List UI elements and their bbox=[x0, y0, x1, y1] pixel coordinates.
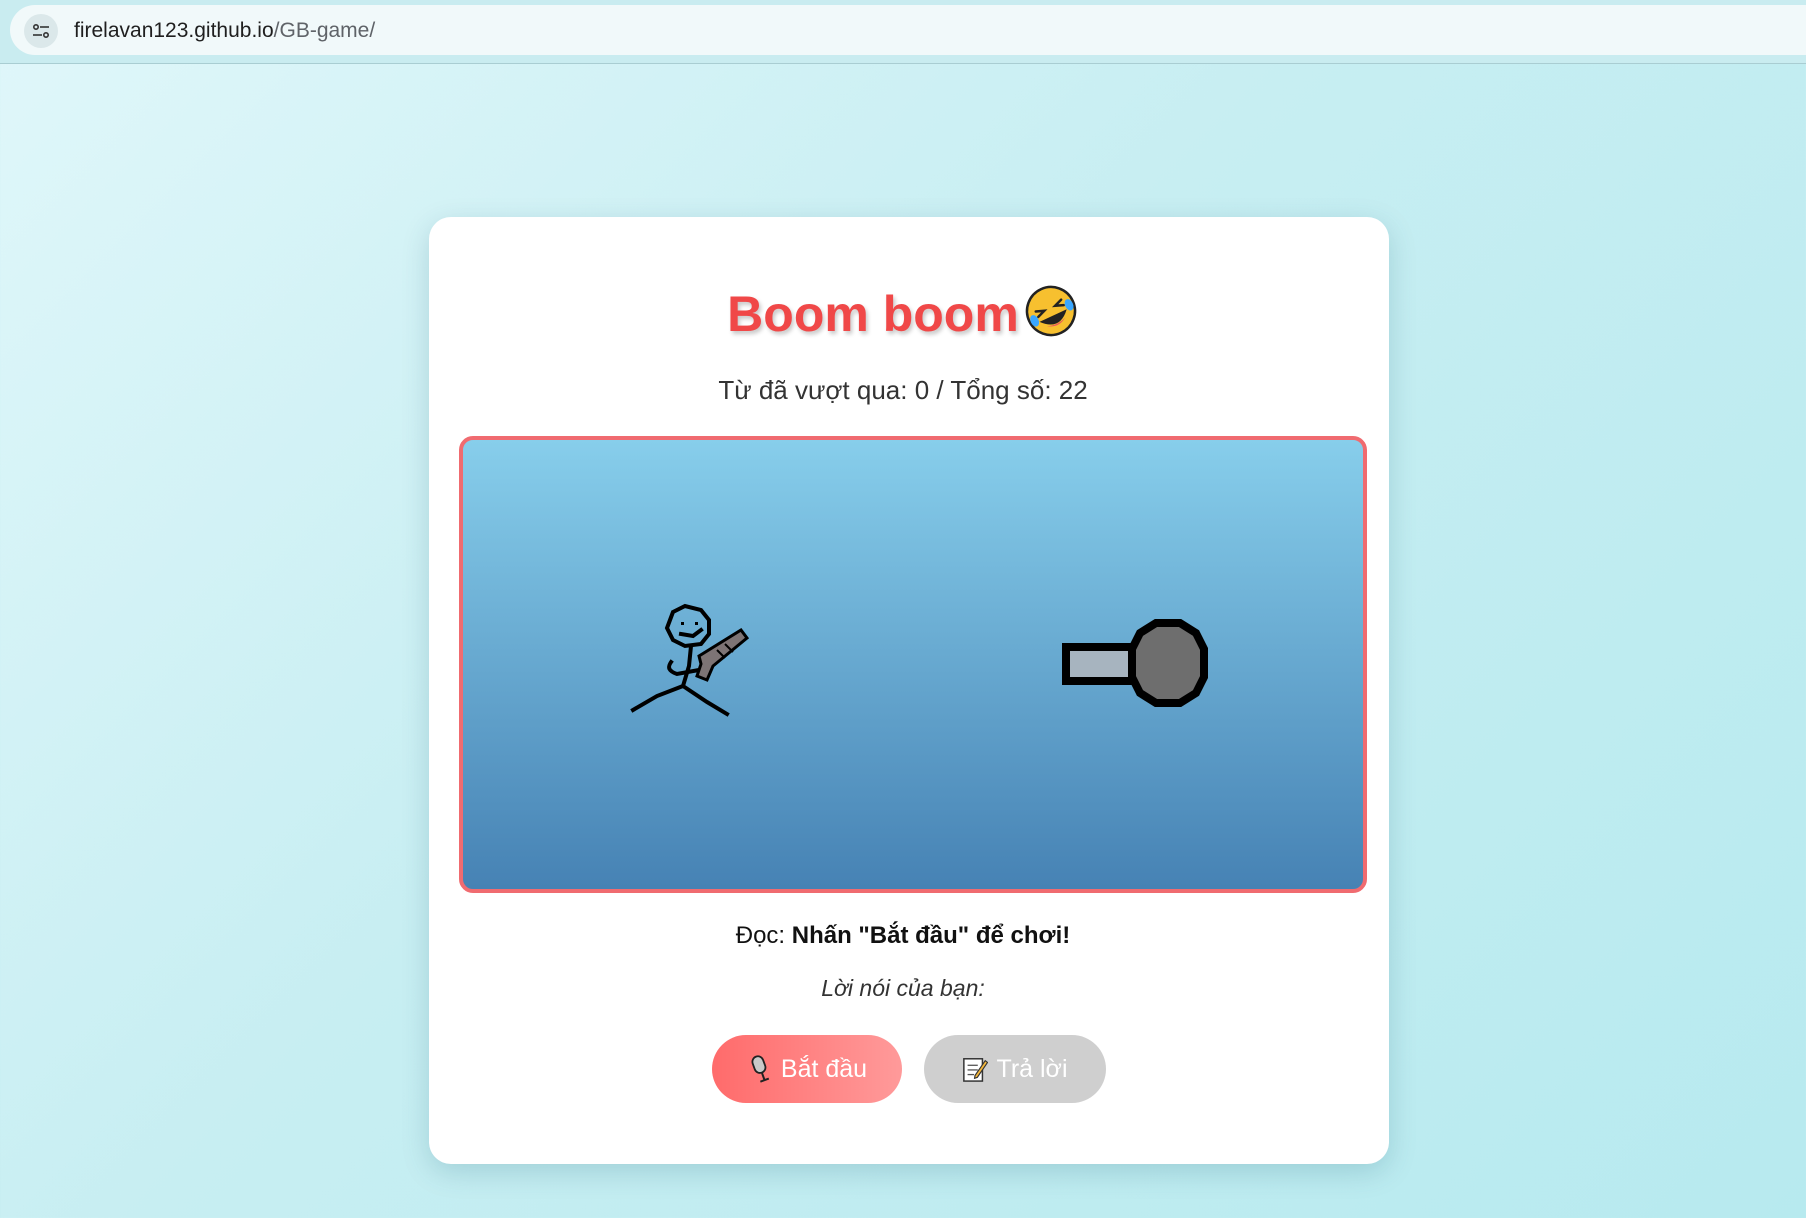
start-button-label: Bắt đầu bbox=[780, 1054, 868, 1083]
speech-label: Lời nói của bạn: bbox=[821, 975, 985, 1001]
rolling-laughing-emoji-icon bbox=[1023, 283, 1079, 339]
answer-button-label: Trả lời bbox=[996, 1054, 1068, 1083]
score-separator: / Tổng số: bbox=[929, 375, 1059, 405]
game-title-text: Boom boom bbox=[727, 286, 1019, 342]
score-total: 22 bbox=[1058, 375, 1088, 405]
score-passed: 0 bbox=[914, 375, 930, 405]
microphone-icon bbox=[747, 1054, 773, 1084]
address-bar[interactable]: firelavan123.github.io/GB-game/ bbox=[10, 5, 1806, 55]
url-text[interactable]: firelavan123.github.io/GB-game/ bbox=[74, 19, 375, 43]
url-host: firelavan123.github.io bbox=[74, 19, 274, 42]
site-settings-icon[interactable] bbox=[24, 14, 58, 48]
prompt-word: Nhấn "Bắt đầu" để chơi! bbox=[791, 922, 1071, 949]
score-text: Từ đã vượt qua: 0 / Tổng số: 22 bbox=[0, 375, 1806, 406]
url-path: /GB-game/ bbox=[273, 19, 376, 42]
read-prompt: Đọc: Nhấn "Bắt đầu" để chơi! bbox=[0, 922, 1806, 950]
cannon-sprite bbox=[1062, 619, 1208, 707]
prompt-label: Đọc: bbox=[735, 922, 792, 949]
stick-figure-sprite bbox=[630, 603, 750, 717]
game-title: Boom boom bbox=[0, 283, 1806, 343]
answer-button[interactable]: Trả lời bbox=[924, 1035, 1106, 1103]
score-label: Từ đã vượt qua: bbox=[718, 375, 915, 405]
browser-toolbar: firelavan123.github.io/GB-game/ bbox=[0, 0, 1806, 64]
start-button[interactable]: Bắt đầu bbox=[712, 1035, 902, 1103]
game-canvas[interactable] bbox=[459, 436, 1367, 893]
user-speech: Lời nói của bạn: bbox=[0, 975, 1806, 1002]
memo-icon bbox=[962, 1054, 989, 1084]
